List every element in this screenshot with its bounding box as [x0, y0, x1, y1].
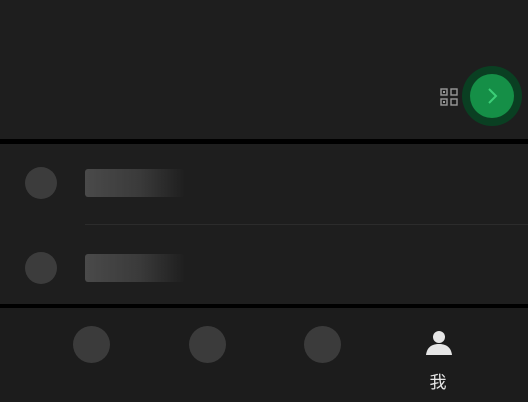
- profile-header: [0, 0, 528, 139]
- list-item-icon-placeholder: [25, 252, 57, 284]
- tab-1[interactable]: [33, 308, 149, 402]
- profile-detail-button-inner: [470, 74, 514, 118]
- tab-3[interactable]: [264, 308, 380, 402]
- chevron-right-icon: [488, 88, 498, 104]
- list-item[interactable]: [0, 144, 528, 225]
- list-item-icon-placeholder: [25, 167, 57, 199]
- bottom-tab-bar: 我: [0, 308, 528, 402]
- qr-code-icon[interactable]: [440, 88, 458, 106]
- tab-icon-placeholder: [73, 326, 110, 363]
- tab-me[interactable]: 我: [380, 308, 496, 402]
- settings-list: [0, 144, 528, 304]
- tab-icon-placeholder: [304, 326, 341, 363]
- list-item-label-placeholder: [85, 254, 185, 282]
- list-item-label-placeholder: [85, 169, 185, 197]
- person-icon: [426, 331, 452, 355]
- tab-icon-placeholder: [189, 326, 226, 363]
- tab-me-label: 我: [429, 373, 447, 393]
- profile-screen: 我: [0, 0, 528, 402]
- profile-detail-button[interactable]: [462, 66, 522, 126]
- list-item[interactable]: [0, 224, 528, 304]
- tab-2[interactable]: [149, 308, 265, 402]
